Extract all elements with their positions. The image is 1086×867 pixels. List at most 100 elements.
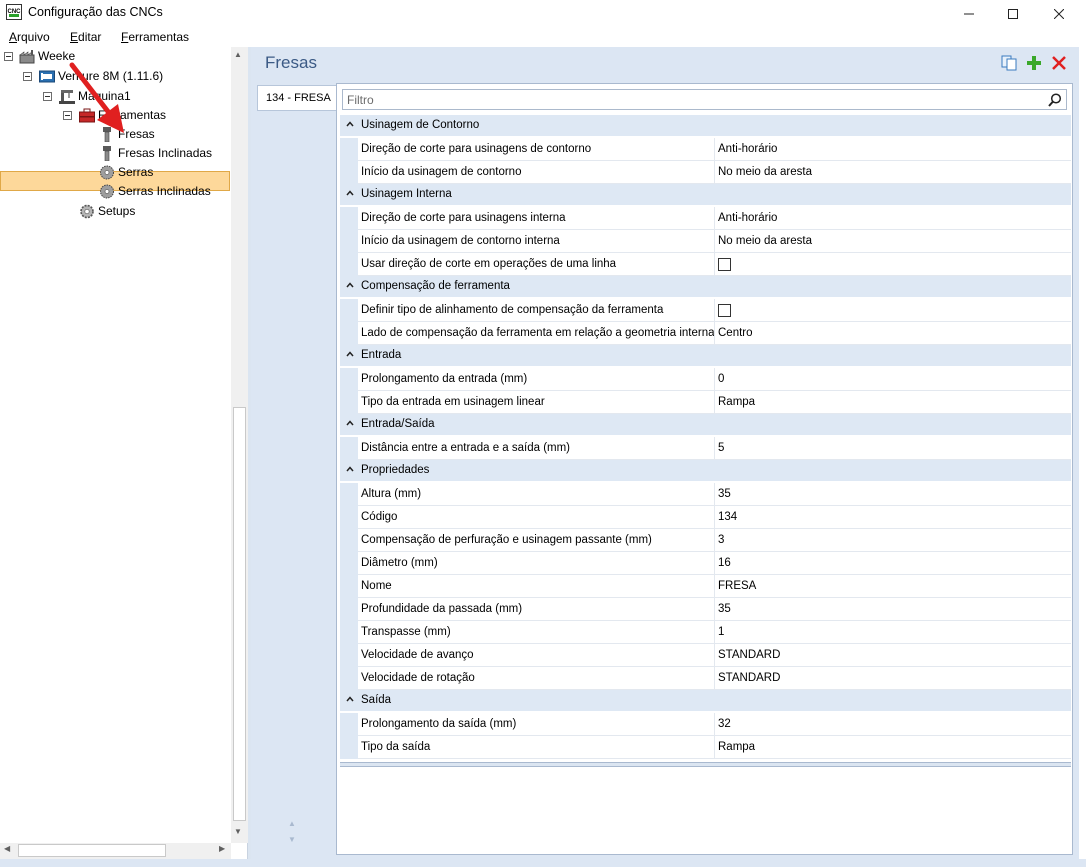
menu-ferramentas[interactable]: Ferramentas — [121, 30, 189, 44]
property-row[interactable]: Velocidade de rotação STANDARD — [340, 667, 1071, 690]
collapse-icon[interactable] — [4, 52, 13, 61]
property-value[interactable]: 35 — [715, 483, 1071, 506]
tree-item-setups[interactable]: Setups — [0, 202, 230, 221]
category-row[interactable]: Usinagem de Contorno — [340, 115, 1071, 137]
tree-item-weeke[interactable]: Weeke — [0, 47, 230, 66]
tree-item-ferramentas[interactable]: Ferramentas — [0, 106, 230, 125]
property-value[interactable]: 3 — [715, 529, 1071, 552]
property-value[interactable]: No meio da aresta — [715, 161, 1071, 184]
close-button[interactable] — [1036, 0, 1082, 25]
property-row[interactable]: Tipo da saída Rampa — [340, 736, 1071, 759]
tree-horizontal-scroll-thumb[interactable] — [18, 844, 166, 857]
property-row[interactable]: Usar direção de corte em operações de um… — [340, 253, 1071, 276]
copy-icon[interactable] — [1001, 55, 1017, 71]
property-row[interactable]: Tipo da entrada em usinagem linear Rampa — [340, 391, 1071, 414]
property-row[interactable]: Velocidade de avanço STANDARD — [340, 644, 1071, 667]
property-value[interactable]: STANDARD — [715, 644, 1071, 667]
property-row[interactable]: Início da usinagem de contorno interna No… — [340, 230, 1071, 253]
chevron-up-icon[interactable] — [345, 280, 355, 290]
property-value[interactable]: Rampa — [715, 736, 1071, 759]
category-row[interactable]: Saída — [340, 690, 1071, 712]
property-value[interactable]: 0 — [715, 368, 1071, 391]
chevron-up-icon[interactable] — [345, 418, 355, 428]
property-row[interactable]: Prolongamento da saída (mm) 32 — [340, 713, 1071, 736]
property-checkbox[interactable] — [718, 304, 731, 317]
tree-vertical-scroll-thumb[interactable] — [233, 407, 246, 821]
property-row[interactable]: Distância entre a entrada e a saída (mm)… — [340, 437, 1071, 460]
tree-item-fresas[interactable]: Fresas — [0, 125, 230, 144]
menu-arquivo[interactable]: Arquivo — [9, 30, 50, 44]
property-value[interactable]: 5 — [715, 437, 1071, 460]
chevron-up-icon[interactable] — [345, 464, 355, 474]
scroll-down-icon[interactable]: ▼ — [234, 827, 242, 836]
property-row[interactable]: Compensação de perfuração e usinagem pas… — [340, 529, 1071, 552]
property-value[interactable] — [715, 299, 1071, 322]
property-value[interactable]: STANDARD — [715, 667, 1071, 690]
filter-input[interactable] — [343, 90, 1043, 109]
collapse-icon[interactable] — [63, 111, 72, 120]
property-value[interactable]: 35 — [715, 598, 1071, 621]
category-row[interactable]: Compensação de ferramenta — [340, 276, 1071, 298]
search-icon[interactable] — [1048, 93, 1062, 107]
property-row[interactable]: Direção de corte para usinagens interna A… — [340, 207, 1071, 230]
property-row[interactable]: Profundidade da passada (mm) 35 — [340, 598, 1071, 621]
property-value[interactable]: FRESA — [715, 575, 1071, 598]
category-label: Propriedades — [361, 464, 430, 476]
property-value[interactable] — [715, 253, 1071, 276]
property-row[interactable]: Início da usinagem de contorno No meio da… — [340, 161, 1071, 184]
machine-icon — [59, 90, 75, 104]
property-row[interactable]: Lado de compensação da ferramenta em rel… — [340, 322, 1071, 345]
tab-134-fresa[interactable]: 134 - FRESA — [257, 85, 336, 111]
collapse-icon[interactable] — [43, 92, 52, 101]
property-checkbox[interactable] — [718, 258, 731, 271]
property-grid: Usinagem de Contorno Direção de corte par… — [340, 115, 1071, 760]
property-value[interactable]: 1 — [715, 621, 1071, 644]
chevron-up-icon[interactable] — [345, 349, 355, 359]
property-value[interactable]: 16 — [715, 552, 1071, 575]
property-value[interactable]: Centro — [715, 322, 1071, 345]
category-row[interactable]: Entrada — [340, 345, 1071, 367]
property-row[interactable]: Prolongamento da entrada (mm) 0 — [340, 368, 1071, 391]
property-row[interactable]: Nome FRESA — [340, 575, 1071, 598]
property-name: Definir tipo de alinhamento de compensaç… — [358, 299, 715, 322]
maximize-button[interactable] — [990, 0, 1036, 25]
category-row[interactable]: Usinagem Interna — [340, 184, 1071, 206]
property-name: Direção de corte para usinagens de conto… — [358, 138, 715, 161]
row-gutter — [340, 253, 358, 276]
add-icon[interactable] — [1026, 55, 1042, 71]
tree-item-maquina1[interactable]: Maquina1 — [0, 87, 230, 106]
menu-editar[interactable]: Editar — [70, 30, 101, 44]
chevron-up-icon[interactable] — [345, 188, 355, 198]
tree-item-fresas-inclinadas[interactable]: Fresas Inclinadas — [0, 144, 230, 163]
tree-item-serras[interactable]: Serras — [0, 163, 230, 182]
saw-blade-icon — [100, 184, 114, 199]
property-row[interactable]: Transpasse (mm) 1 — [340, 621, 1071, 644]
category-row[interactable]: Entrada/Saída — [340, 414, 1071, 436]
scroll-up-icon[interactable]: ▲ — [234, 50, 242, 59]
property-row[interactable]: Definir tipo de alinhamento de compensaç… — [340, 299, 1071, 322]
minimize-button[interactable] — [946, 0, 992, 25]
chevron-up-icon[interactable] — [345, 694, 355, 704]
property-row[interactable]: Código 134 — [340, 506, 1071, 529]
property-value[interactable]: 134 — [715, 506, 1071, 529]
property-row[interactable]: Altura (mm) 35 — [340, 483, 1071, 506]
category-row[interactable]: Propriedades — [340, 460, 1071, 482]
delete-icon[interactable] — [1051, 55, 1067, 71]
tab-scroll-up-icon[interactable]: ▲ — [288, 819, 296, 828]
property-row[interactable]: Direção de corte para usinagens de conto… — [340, 138, 1071, 161]
chevron-up-icon[interactable] — [345, 119, 355, 129]
property-value[interactable]: 32 — [715, 713, 1071, 736]
tab-scroll-down-icon[interactable]: ▼ — [288, 835, 296, 844]
property-value[interactable]: Anti-horário — [715, 207, 1071, 230]
row-gutter — [340, 598, 358, 621]
description-splitter[interactable] — [340, 762, 1071, 767]
property-value[interactable]: No meio da aresta — [715, 230, 1071, 253]
property-value[interactable]: Rampa — [715, 391, 1071, 414]
scroll-right-icon[interactable]: ▶ — [219, 844, 225, 853]
tree-item-serras-inclinadas[interactable]: Serras Inclinadas — [0, 182, 230, 201]
scroll-left-icon[interactable]: ◀ — [4, 844, 10, 853]
property-row[interactable]: Diâmetro (mm) 16 — [340, 552, 1071, 575]
property-value[interactable]: Anti-horário — [715, 138, 1071, 161]
tree-item-machine[interactable]: Venture 8M (1.11.6) — [0, 67, 230, 86]
collapse-icon[interactable] — [23, 72, 32, 81]
